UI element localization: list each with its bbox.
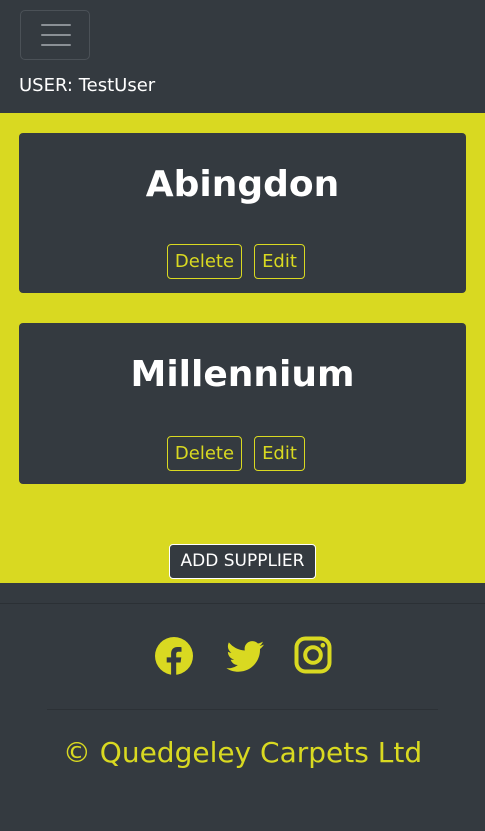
supplier-card: Millennium Delete Edit — [19, 323, 466, 484]
instagram-icon[interactable] — [294, 636, 334, 676]
navbar: USER: TestUser — [0, 0, 485, 113]
delete-button[interactable]: Delete — [167, 244, 242, 279]
add-supplier-button[interactable]: ADD SUPPLIER — [169, 544, 316, 579]
supplier-name: Abingdon — [145, 164, 340, 205]
delete-button[interactable]: Delete — [167, 436, 242, 471]
hamburger-icon-bar — [41, 34, 71, 36]
hamburger-icon-bar — [41, 44, 71, 46]
copyright-text: © Quedgeley Carpets Ltd — [62, 736, 423, 769]
supplier-card: Abingdon Delete Edit — [19, 133, 466, 293]
hamburger-icon — [41, 24, 71, 26]
facebook-icon[interactable] — [154, 636, 194, 676]
footer: © Quedgeley Carpets Ltd — [0, 583, 485, 831]
supplier-name: Millennium — [130, 354, 355, 395]
navbar-toggle-button[interactable] — [20, 10, 90, 60]
footer-divider — [0, 603, 485, 604]
edit-button[interactable]: Edit — [254, 244, 305, 279]
user-label: USER: TestUser — [19, 75, 156, 96]
supplier-list-section: Abingdon Delete Edit Millennium Delete E… — [0, 113, 485, 583]
edit-button[interactable]: Edit — [254, 436, 305, 471]
footer-divider — [47, 709, 438, 710]
twitter-icon[interactable] — [224, 636, 264, 676]
